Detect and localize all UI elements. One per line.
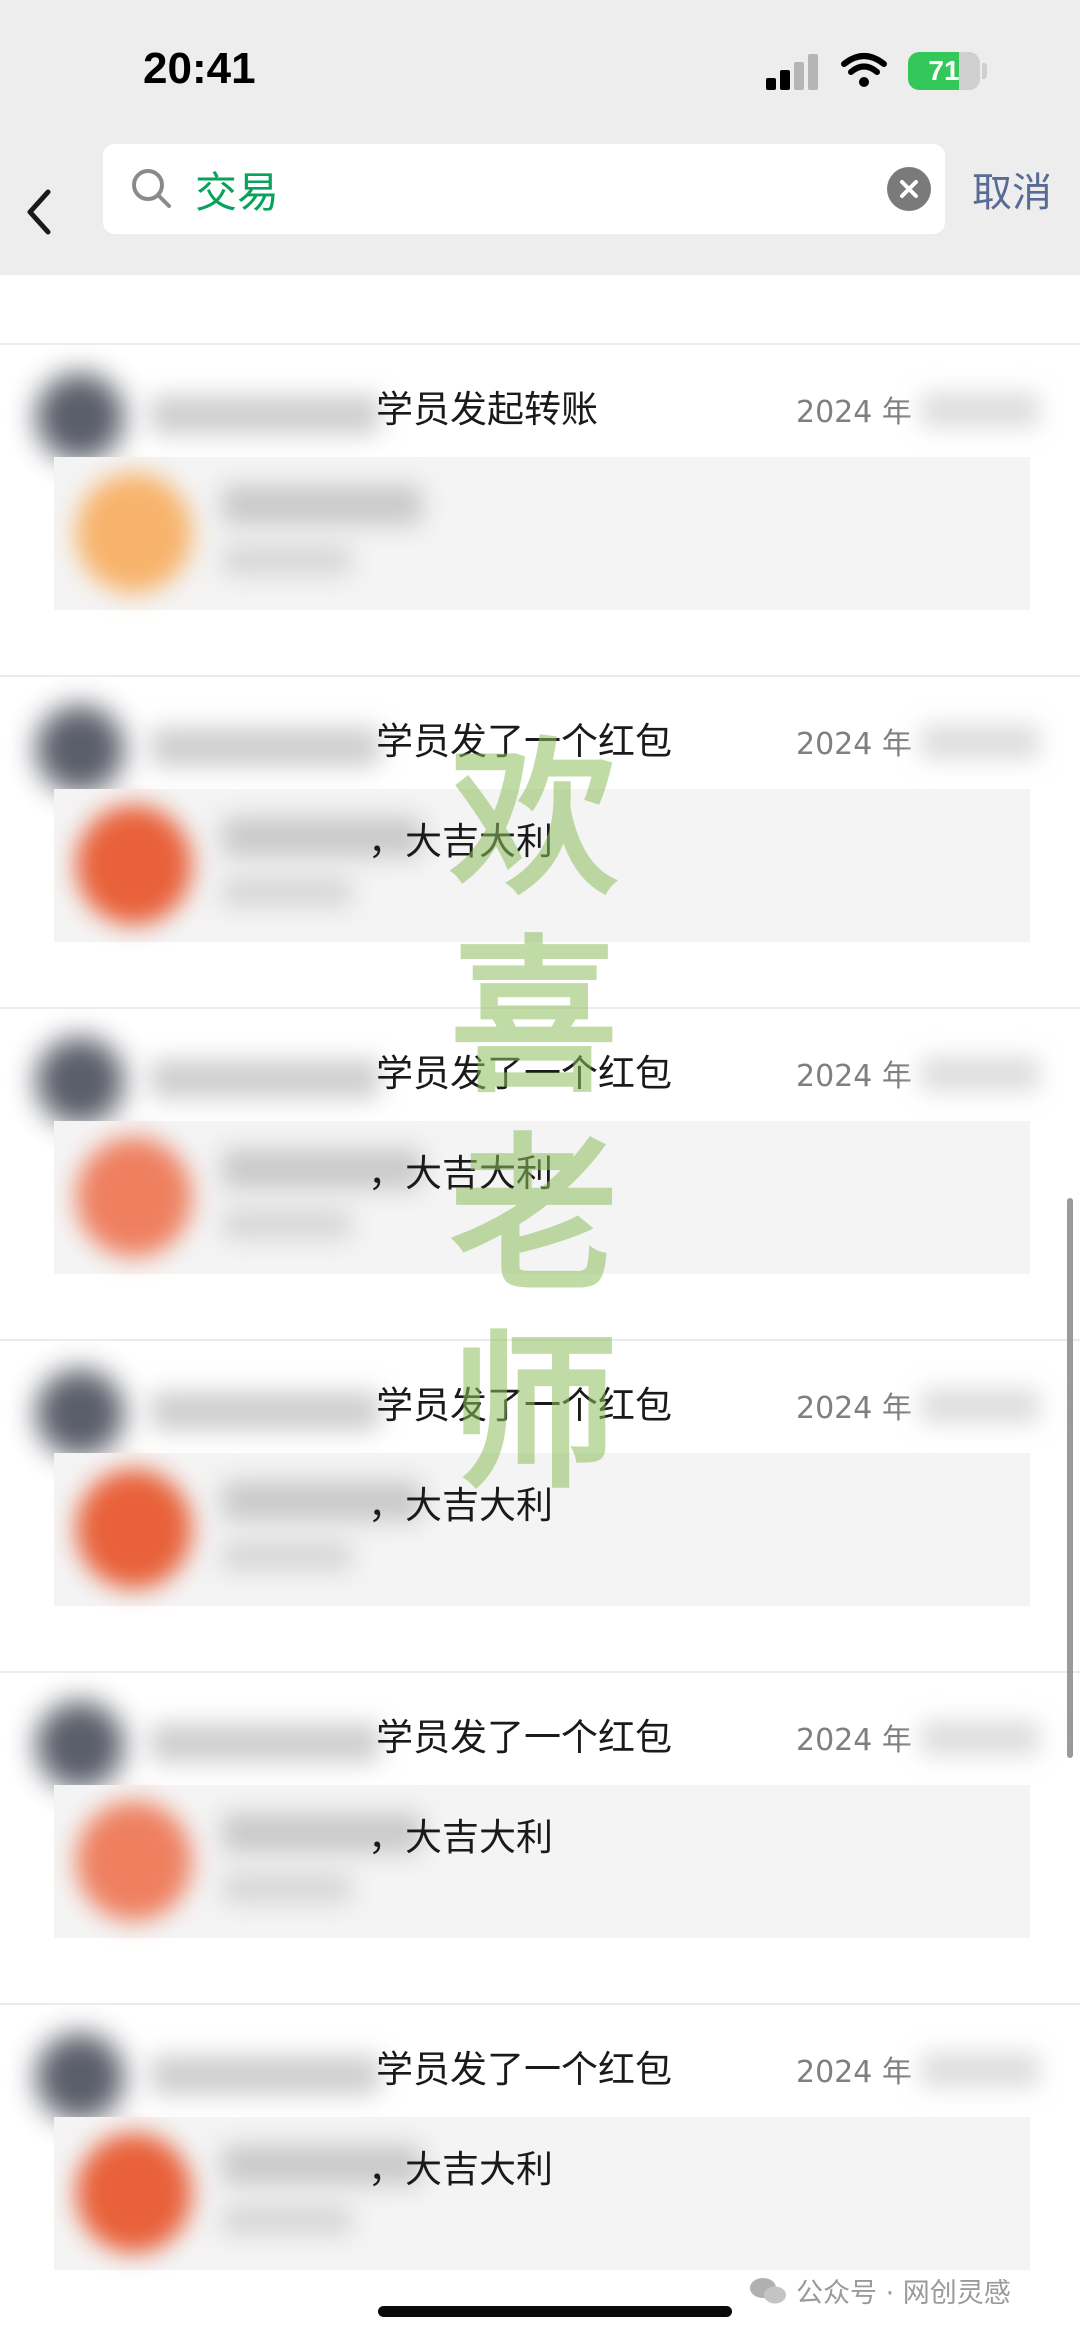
- cellular-signal-icon: [766, 54, 818, 90]
- card-subtitle-redacted: [222, 1209, 352, 1239]
- red-packet-icon: [76, 1469, 192, 1589]
- status-bar: 20:41 71: [0, 0, 1080, 140]
- red-packet-card[interactable]: ，大吉大利: [54, 789, 1030, 942]
- home-indicator[interactable]: [378, 2306, 732, 2317]
- search-header: 取消: [0, 140, 1080, 275]
- wechat-icon: [750, 2277, 786, 2303]
- avatar: [36, 373, 124, 461]
- red-packet-icon: [76, 2133, 192, 2253]
- red-packet-greeting: ，大吉大利: [368, 2148, 553, 2191]
- message-date: 2024 年: [796, 727, 912, 762]
- divider: [0, 1007, 1080, 1009]
- avatar: [36, 2033, 124, 2121]
- red-packet-greeting: ，大吉大利: [368, 820, 553, 863]
- chevron-left-icon: [27, 189, 51, 235]
- battery-tip: [982, 63, 987, 79]
- sender-name-redacted: [150, 2055, 380, 2095]
- wifi-icon: [841, 53, 887, 87]
- search-results-list[interactable]: 学员发起转账 2024 年 学员发了一个红包 2024 年 ，大吉大利 学员发了…: [0, 275, 1080, 2339]
- red-packet-card[interactable]: ，大吉大利: [54, 1785, 1030, 1938]
- sender-name-redacted: [150, 1059, 380, 1099]
- divider: [0, 1671, 1080, 1673]
- card-subtitle-redacted: [222, 2205, 352, 2235]
- message-text: 学员发了一个红包: [376, 1384, 672, 1427]
- result-item[interactable]: 学员发了一个红包 2024 年 ，大吉大利: [0, 675, 1080, 1007]
- date-redacted: [920, 725, 1040, 759]
- battery-percent: 71: [928, 55, 960, 86]
- avatar: [36, 1701, 124, 1789]
- status-time: 20:41: [143, 44, 256, 93]
- message-date: 2024 年: [796, 395, 912, 430]
- red-packet-icon: [76, 1137, 192, 1257]
- result-item[interactable]: 学员发了一个红包 2024 年 ，大吉大利: [0, 1339, 1080, 1671]
- avatar: [36, 1369, 124, 1457]
- divider: [0, 2003, 1080, 2005]
- sender-name-redacted: [150, 1723, 380, 1763]
- message-date: 2024 年: [796, 1723, 912, 1758]
- sender-name-redacted: [150, 727, 380, 767]
- avatar: [36, 705, 124, 793]
- search-icon: [132, 169, 171, 208]
- sender-name-redacted: [150, 395, 380, 435]
- date-redacted: [920, 1721, 1040, 1755]
- clear-search-button[interactable]: [887, 167, 931, 211]
- date-redacted: [920, 1057, 1040, 1091]
- battery-indicator: 71: [908, 52, 980, 90]
- red-packet-greeting: ，大吉大利: [368, 1484, 553, 1527]
- message-text: 学员发了一个红包: [376, 1052, 672, 1095]
- card-subtitle-redacted: [222, 1873, 352, 1903]
- red-packet-icon: [76, 805, 192, 925]
- close-icon: [900, 180, 918, 198]
- divider: [0, 343, 1080, 345]
- message-text: 学员发了一个红包: [376, 1716, 672, 1759]
- red-packet-greeting: ，大吉大利: [368, 1152, 553, 1195]
- message-date: 2024 年: [796, 1391, 912, 1426]
- result-item[interactable]: 学员发起转账 2024 年: [0, 343, 1080, 675]
- divider: [0, 1339, 1080, 1341]
- card-subtitle-redacted: [222, 545, 352, 575]
- divider: [0, 675, 1080, 677]
- date-redacted: [920, 393, 1040, 427]
- card-title-redacted: [222, 485, 422, 525]
- transfer-icon: [76, 473, 192, 593]
- card-subtitle-redacted: [222, 1541, 352, 1571]
- footer-watermark: 公众号 · 网创灵感: [748, 2271, 1011, 2310]
- red-packet-card[interactable]: ，大吉大利: [54, 1453, 1030, 1606]
- red-packet-icon: [76, 1801, 192, 1921]
- search-box[interactable]: [103, 144, 945, 234]
- date-redacted: [920, 1389, 1040, 1423]
- avatar: [36, 1037, 124, 1125]
- message-text: 学员发起转账: [376, 388, 598, 431]
- card-subtitle-redacted: [222, 877, 352, 907]
- scrollbar[interactable]: [1067, 1198, 1073, 1758]
- footer-label: 公众号 · 网创灵感: [796, 2278, 1011, 2309]
- transfer-card[interactable]: [54, 457, 1030, 610]
- result-item[interactable]: 学员发了一个红包 2024 年 ，大吉大利: [0, 1007, 1080, 1339]
- red-packet-greeting: ，大吉大利: [368, 1816, 553, 1859]
- date-redacted: [920, 2053, 1040, 2087]
- message-text: 学员发了一个红包: [376, 720, 672, 763]
- message-date: 2024 年: [796, 2055, 912, 2090]
- result-item[interactable]: 学员发了一个红包 2024 年 ，大吉大利: [0, 1671, 1080, 2003]
- red-packet-card[interactable]: ，大吉大利: [54, 1121, 1030, 1274]
- red-packet-card[interactable]: ，大吉大利: [54, 2117, 1030, 2270]
- search-input[interactable]: [195, 156, 755, 222]
- message-date: 2024 年: [796, 1059, 912, 1094]
- back-button[interactable]: [18, 184, 62, 240]
- cancel-button[interactable]: 取消: [972, 160, 1052, 218]
- sender-name-redacted: [150, 1391, 380, 1431]
- message-text: 学员发了一个红包: [376, 2048, 672, 2091]
